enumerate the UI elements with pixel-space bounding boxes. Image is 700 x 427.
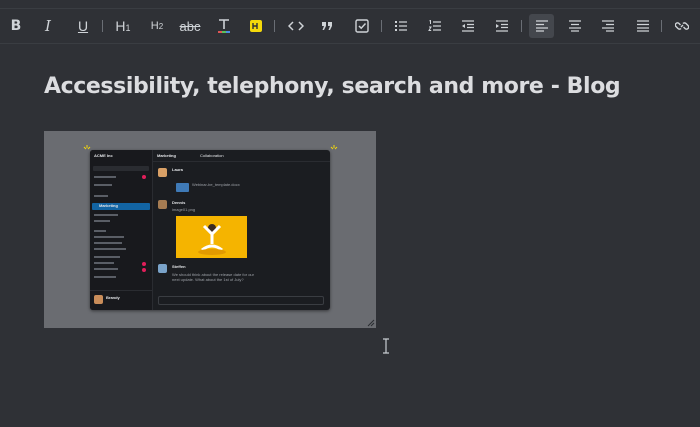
- toolbar-separator: [274, 20, 275, 32]
- channel-tab: Collaboration: [200, 153, 224, 158]
- align-center-icon: [569, 20, 581, 32]
- heading-2-button[interactable]: H2: [145, 14, 169, 38]
- underline-button[interactable]: U: [71, 14, 95, 38]
- heading-1-icon: H1: [115, 18, 131, 34]
- checkbox-icon: [355, 19, 369, 33]
- outdent-button[interactable]: [456, 14, 480, 38]
- message-author: Dennis: [172, 200, 186, 205]
- code-button[interactable]: [284, 14, 308, 38]
- app-sidebar: ACME Inc Marketing Brandy: [90, 150, 153, 310]
- text-cursor-icon: [383, 338, 389, 354]
- italic-button[interactable]: I: [36, 14, 60, 38]
- selected-channel-label: Marketing: [99, 203, 118, 208]
- text-color-icon: [218, 19, 230, 33]
- ordered-list-button[interactable]: [423, 14, 447, 38]
- sparkle-icon: [330, 145, 338, 150]
- message-text: We should think about the release date f…: [172, 272, 254, 282]
- toolbar-separator: [381, 20, 382, 32]
- bold-icon: B: [10, 18, 22, 34]
- message-author: Laura: [172, 167, 183, 172]
- file-attachment-icon: [176, 183, 189, 192]
- resize-handle-icon[interactable]: [367, 319, 375, 327]
- message-text: Webinar-be_template.docx: [192, 182, 240, 187]
- user-name: Brandy: [106, 295, 120, 300]
- bullet-list-button[interactable]: [389, 14, 413, 38]
- formatting-toolbar: B I U H1 H2 abc: [0, 8, 700, 44]
- indent-icon: [496, 20, 508, 32]
- yoga-person-icon: [198, 224, 226, 255]
- slack-app-screenshot: ACME Inc Marketing Brandy Marketing Coll…: [90, 150, 330, 310]
- link-icon: [675, 22, 689, 30]
- outdent-icon: [462, 20, 474, 32]
- message-text: image01.png: [172, 207, 196, 212]
- align-center-button[interactable]: [563, 14, 587, 38]
- code-icon: [288, 21, 304, 31]
- checklist-button[interactable]: [350, 14, 374, 38]
- strikethrough-button[interactable]: abc: [176, 14, 204, 38]
- message-composer: [158, 296, 324, 305]
- quote-button[interactable]: [315, 14, 339, 38]
- heading-2-icon: H2: [150, 19, 164, 32]
- user-avatar: [94, 295, 103, 304]
- embedded-image[interactable]: ACME Inc Marketing Brandy Marketing Coll…: [44, 131, 376, 328]
- channel-name: Marketing: [157, 153, 176, 158]
- align-right-button[interactable]: [596, 14, 620, 38]
- indent-button[interactable]: [490, 14, 514, 38]
- underline-icon: U: [77, 18, 89, 34]
- highlight-button[interactable]: [244, 14, 268, 38]
- align-justify-icon: [637, 20, 649, 32]
- heading-1-button[interactable]: H1: [111, 14, 135, 38]
- bullet-list-icon: [395, 21, 407, 31]
- toolbar-separator: [521, 20, 522, 32]
- ordered-list-icon: [428, 20, 441, 31]
- workspace-name: ACME Inc: [94, 153, 113, 158]
- document-title[interactable]: Accessibility, telephony, search and mor…: [44, 74, 621, 99]
- message-author: Steffen: [172, 264, 186, 269]
- chat-image-attachment: [176, 216, 247, 258]
- bold-button[interactable]: B: [4, 14, 28, 38]
- link-button[interactable]: [670, 14, 694, 38]
- align-justify-button[interactable]: [631, 14, 655, 38]
- highlight-icon: [250, 20, 262, 32]
- align-left-button[interactable]: [529, 14, 554, 38]
- align-right-icon: [602, 20, 614, 32]
- toolbar-separator: [661, 20, 662, 32]
- toolbar-separator: [102, 20, 103, 32]
- italic-icon: I: [45, 16, 51, 35]
- text-color-button[interactable]: [212, 14, 236, 38]
- strikethrough-icon: abc: [179, 18, 201, 34]
- align-left-icon: [535, 20, 548, 32]
- quote-icon: [322, 22, 332, 30]
- editor: B I U H1 H2 abc Accessibility, telephony…: [0, 0, 700, 427]
- jump-bar: [93, 166, 149, 171]
